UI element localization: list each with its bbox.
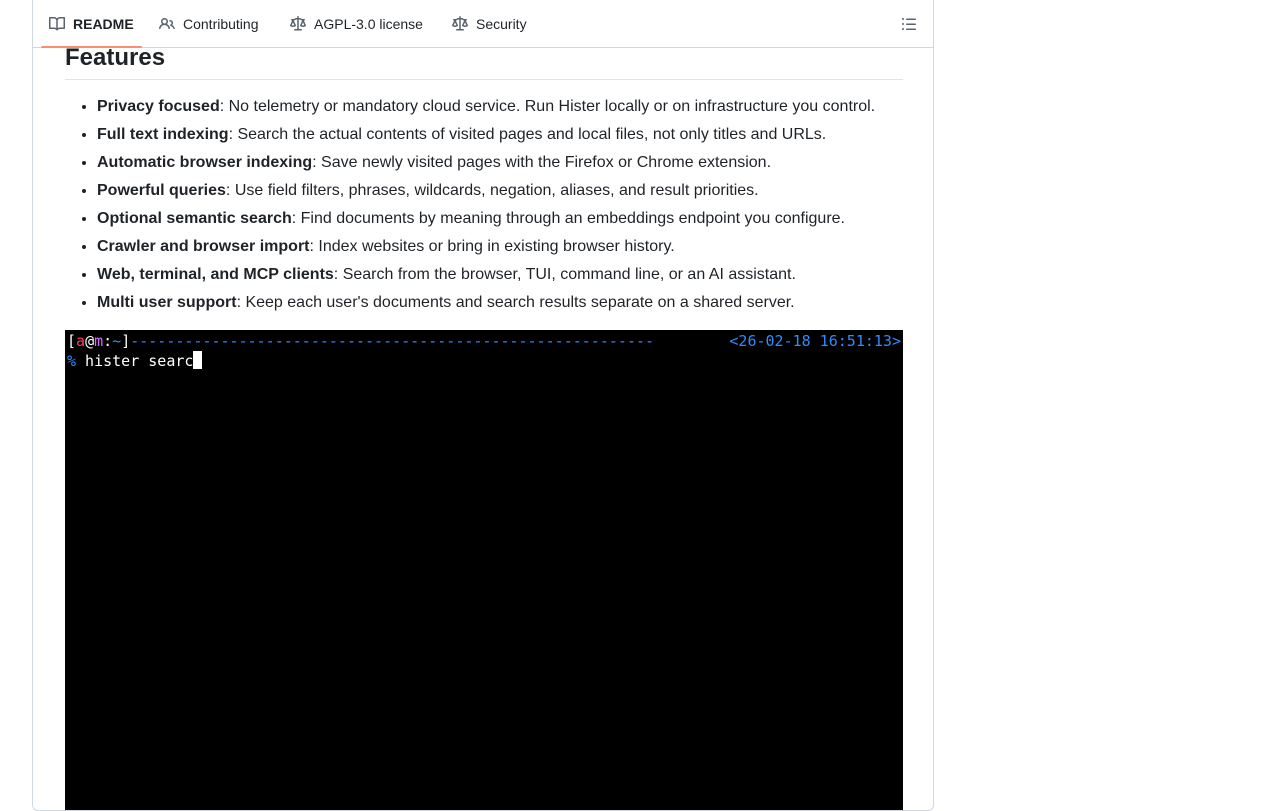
tab-label: Security: [476, 15, 527, 32]
feature-title: Optional semantic search: [97, 210, 292, 227]
feature-title: Privacy focused: [97, 98, 220, 115]
feature-title: Web, terminal, and MCP clients: [97, 266, 334, 283]
prompt-symbol: %: [67, 352, 77, 370]
terminal-screenshot: [a@m:~]---------------------------------…: [65, 330, 903, 810]
readme-panel: README Contributing AGPL-3.0 license Sec…: [32, 0, 934, 811]
tab-label: AGPL-3.0 license: [314, 15, 423, 32]
feature-title: Multi user support: [97, 294, 237, 311]
terminal-timestamp: <26-02-18 16:51:13>: [729, 332, 901, 350]
law-icon: [290, 15, 306, 32]
tab-contributing[interactable]: Contributing: [159, 0, 259, 47]
feature-item: Full text indexing: Search the actual co…: [97, 123, 903, 147]
prompt-bracket: ]: [121, 332, 131, 350]
features-heading: Features: [65, 43, 903, 80]
prompt-dir: ~: [112, 332, 122, 350]
book-icon: [49, 16, 65, 32]
feature-title: Full text indexing: [97, 126, 229, 143]
feature-text: : Search from the browser, TUI, command …: [333, 266, 796, 283]
feature-text: : Find documents by meaning through an e…: [291, 210, 845, 227]
prompt-host: m: [94, 332, 104, 350]
feature-item: Automatic browser indexing: Save newly v…: [97, 151, 903, 175]
feature-item: Privacy focused: No telemetry or mandato…: [97, 95, 903, 119]
list-unordered-icon[interactable]: [901, 16, 917, 32]
feature-text: : No telemetry or mandatory cloud servic…: [219, 98, 876, 115]
readme-content: Features Privacy focused: No telemetry o…: [65, 44, 903, 315]
feature-text: : Keep each user's documents and search …: [236, 294, 795, 311]
prompt-at: @: [85, 332, 95, 350]
feature-item: Crawler and browser import: Index websit…: [97, 235, 903, 259]
feature-item: Optional semantic search: Find documents…: [97, 207, 903, 231]
prompt-sep: :: [103, 332, 113, 350]
feature-text: : Search the actual contents of visited …: [228, 126, 827, 143]
tab-label: README: [73, 15, 134, 32]
tab-label: Contributing: [183, 15, 259, 32]
terminal-command-line: % hister searc: [67, 351, 203, 370]
terminal-prompt-line: [a@m:~]---------------------------------…: [67, 332, 710, 350]
feature-item: Powerful queries: Use field filters, phr…: [97, 179, 903, 203]
tab-readme[interactable]: README: [41, 0, 142, 48]
people-icon: [159, 16, 175, 32]
prompt-bracket: [: [67, 332, 77, 350]
feature-item: Multi user support: Keep each user's doc…: [97, 291, 903, 315]
feature-title: Crawler and browser import: [97, 238, 310, 255]
feature-item: Web, terminal, and MCP clients: Search f…: [97, 263, 903, 287]
law-icon: [452, 15, 468, 32]
features-list: Privacy focused: No telemetry or mandato…: [65, 95, 903, 315]
prompt-dashes: ----------------------------------------…: [130, 332, 655, 350]
terminal-cursor: [193, 351, 203, 369]
feature-text: : Save newly visited pages with the Fire…: [312, 154, 772, 171]
feature-title: Powerful queries: [97, 182, 226, 199]
prompt-user: a: [76, 332, 86, 350]
terminal-command: hister searc: [76, 352, 194, 370]
feature-text: : Use field filters, phrases, wildcards,…: [225, 182, 759, 199]
tab-license[interactable]: AGPL-3.0 license: [290, 0, 423, 47]
feature-text: : Index websites or bring in existing br…: [309, 238, 675, 255]
feature-title: Automatic browser indexing: [97, 154, 313, 171]
readme-tabs: README Contributing AGPL-3.0 license Sec…: [33, 0, 933, 48]
tab-security[interactable]: Security: [452, 0, 527, 47]
